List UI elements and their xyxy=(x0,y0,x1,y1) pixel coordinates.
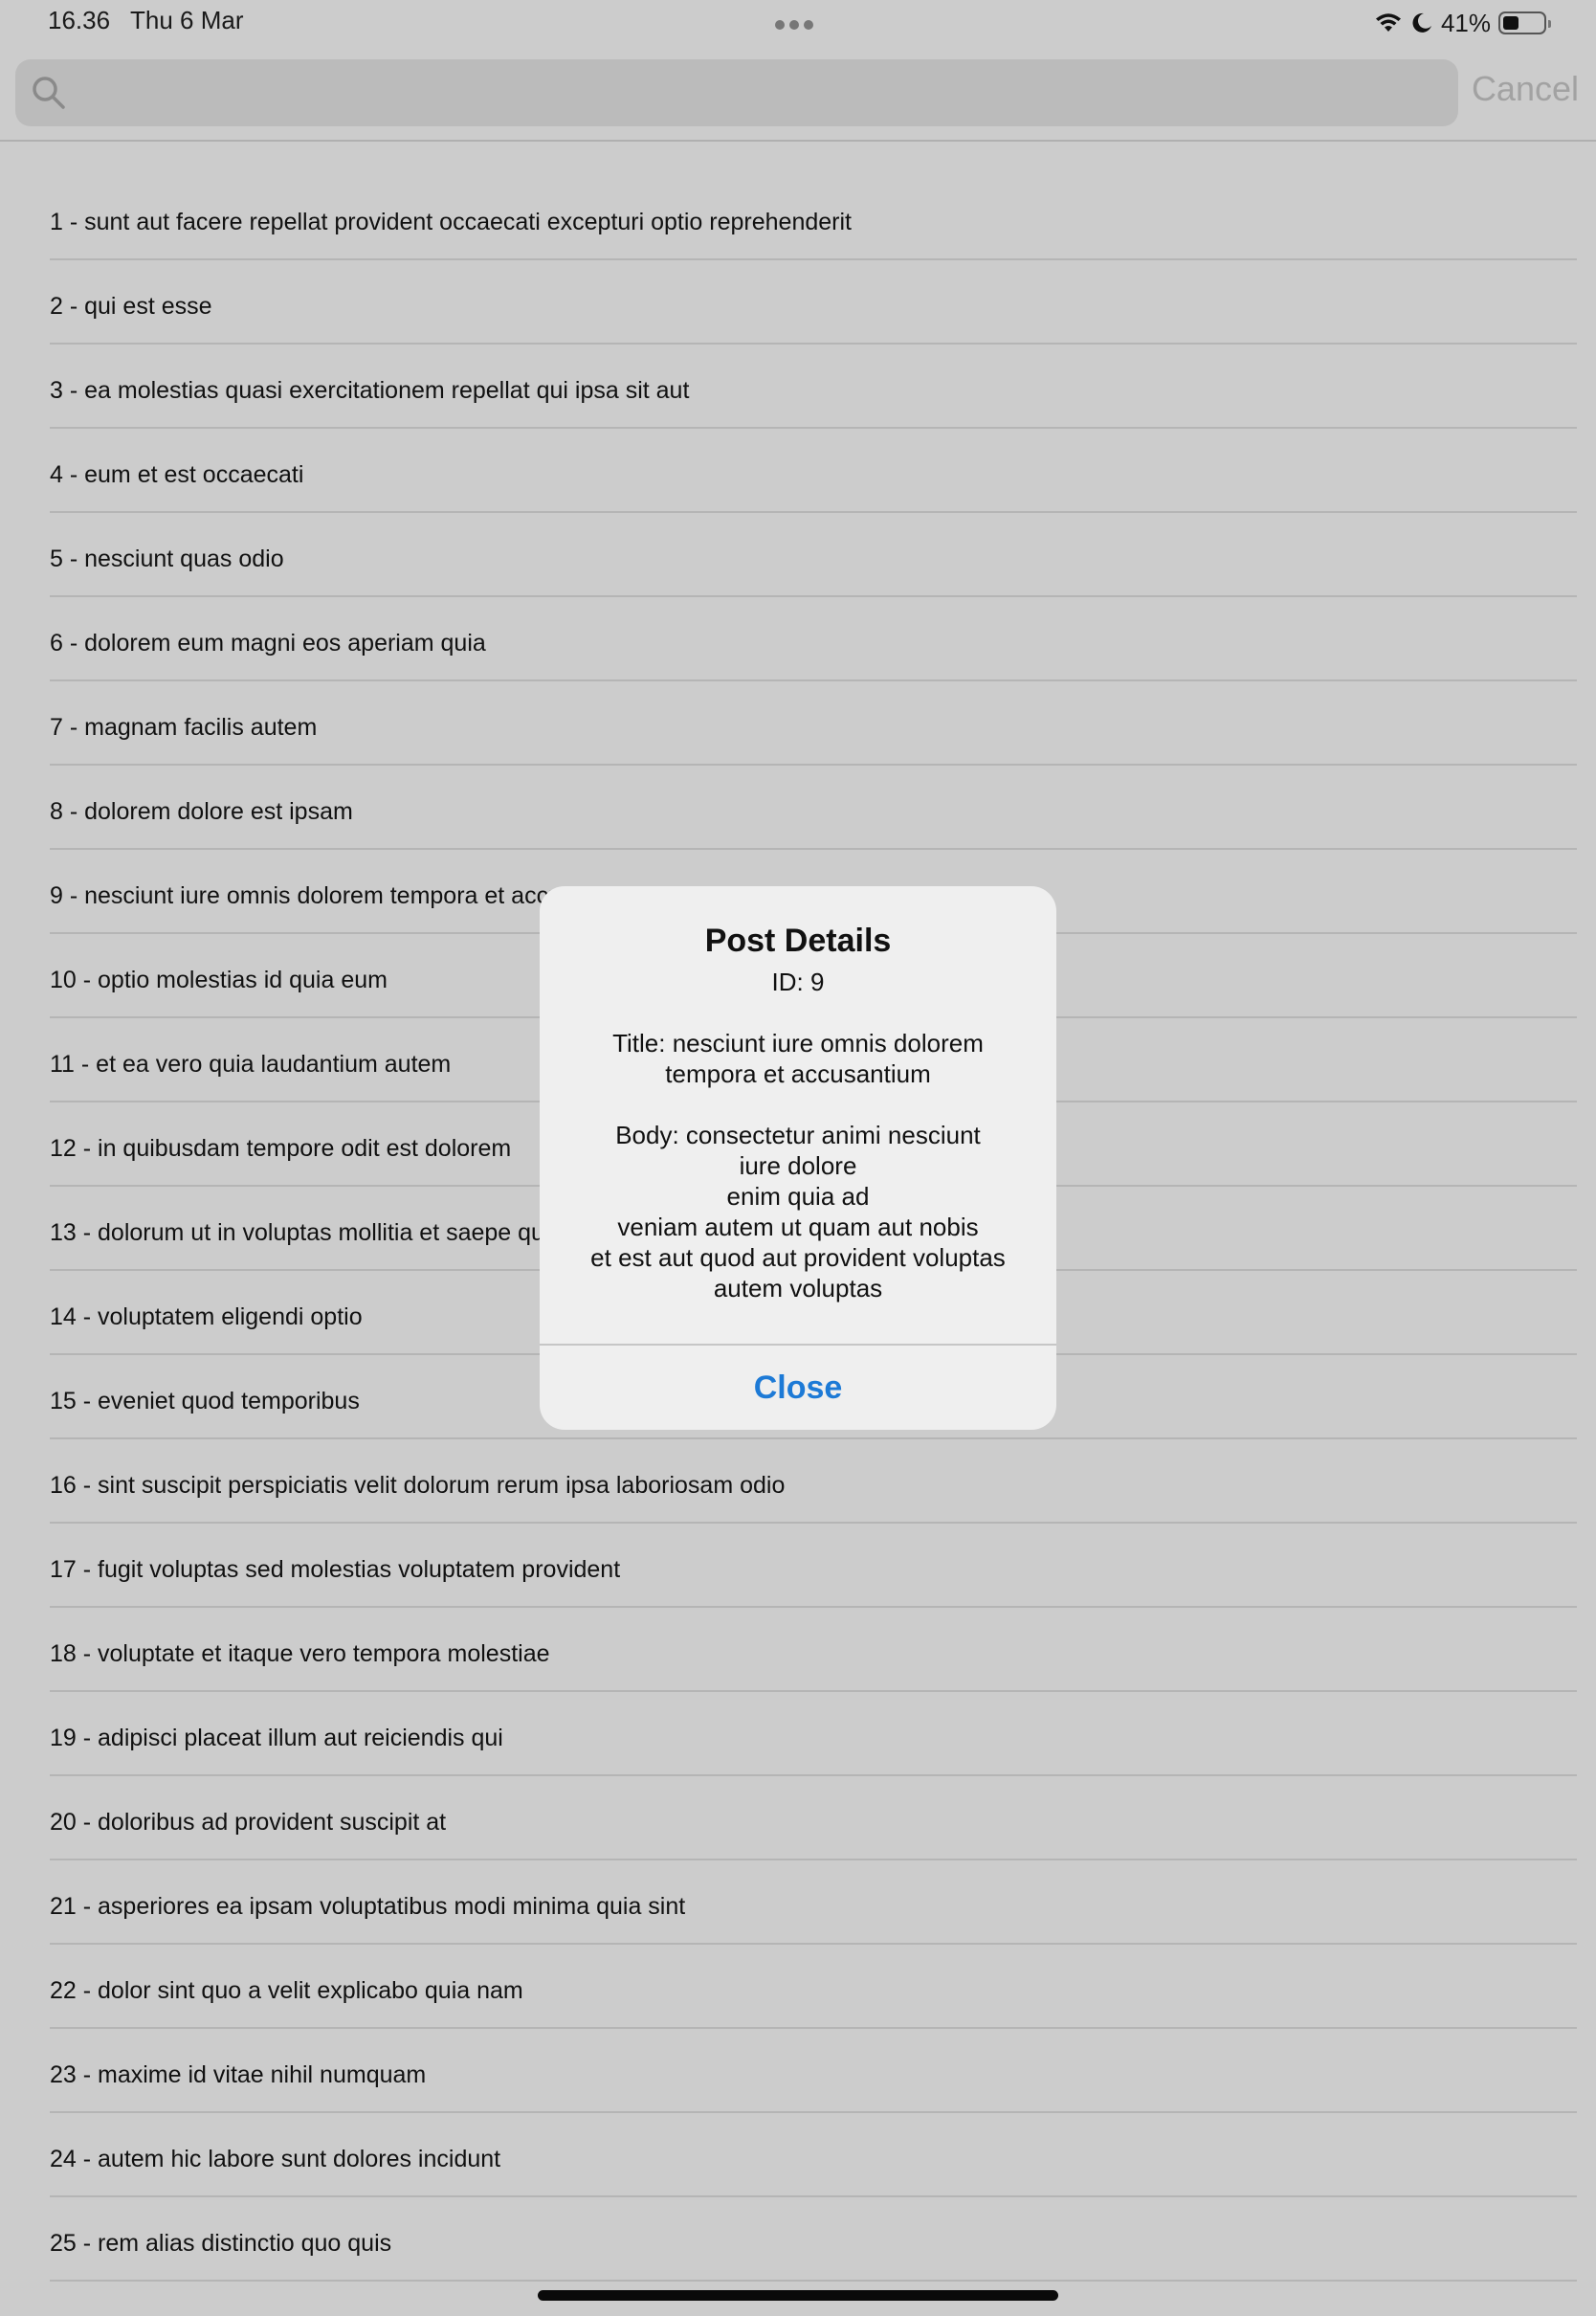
search-icon xyxy=(33,77,65,109)
list-item-label: 18 - voluptate et itaque vero tempora mo… xyxy=(50,1640,550,1667)
home-indicator[interactable] xyxy=(538,2290,1058,2301)
alert-body-line: enim quia ad xyxy=(726,1182,870,1211)
battery-percent: 41% xyxy=(1440,8,1491,37)
list-item-label: 21 - asperiores ea ipsam voluptatibus mo… xyxy=(50,1893,686,1920)
list-item-label: 2 - qui est esse xyxy=(50,293,212,320)
list-item-label: 15 - eveniet quod temporibus xyxy=(50,1388,360,1414)
alert-title-line: tempora et accusantium xyxy=(665,1059,931,1088)
list-item[interactable]: 16 - sint suscipit perspiciatis velit do… xyxy=(50,1439,1577,1524)
list-item[interactable]: 17 - fugit voluptas sed molestias volupt… xyxy=(50,1524,1577,1608)
list-item-label: 11 - et ea vero quia laudantium autem xyxy=(50,1051,452,1078)
list-item[interactable]: 25 - rem alias distinctio quo quis xyxy=(50,2197,1577,2282)
list-item[interactable]: 3 - ea molestias quasi exercitationem re… xyxy=(50,345,1577,429)
alert-body-line: Body: consectetur animi nesciunt xyxy=(615,1121,981,1149)
status-time: 16.36 xyxy=(48,6,111,34)
alert-body-line: et est aut quod aut provident voluptas xyxy=(590,1243,1006,1272)
list-item-label: 13 - dolorum ut in voluptas mollitia et … xyxy=(50,1219,622,1246)
alert-body-line: veniam autem ut quam aut nobis xyxy=(617,1213,979,1241)
alert-body-line: autem voluptas xyxy=(713,1274,883,1303)
alert-title: Post Details xyxy=(704,923,892,959)
list-item[interactable]: 21 - asperiores ea ipsam voluptatibus mo… xyxy=(50,1860,1577,1945)
list-item[interactable]: 6 - dolorem eum magni eos aperiam quia xyxy=(50,597,1577,681)
alert-id: ID: 9 xyxy=(771,968,825,996)
list-item-label: 12 - in quibusdam tempore odit est dolor… xyxy=(50,1135,512,1162)
list-item[interactable]: 4 - eum et est occaecati xyxy=(50,429,1577,513)
list-item-label: 23 - maxime id vitae nihil numquam xyxy=(50,2061,427,2088)
close-button[interactable]: Close xyxy=(540,1346,1056,1430)
list-item-label: 20 - doloribus ad provident suscipit at xyxy=(50,1809,447,1836)
wifi-icon xyxy=(1375,13,1401,32)
list-item-label: 5 - nesciunt quas odio xyxy=(50,546,284,572)
list-item-label: 3 - ea molestias quasi exercitationem re… xyxy=(50,377,690,404)
list-item[interactable]: 22 - dolor sint quo a velit explicabo qu… xyxy=(50,1945,1577,2029)
list-item[interactable]: 18 - voluptate et itaque vero tempora mo… xyxy=(50,1608,1577,1692)
moon-icon xyxy=(1412,12,1431,33)
header-divider xyxy=(0,140,1596,142)
list-item[interactable]: 24 - autem hic labore sunt dolores incid… xyxy=(50,2113,1577,2197)
list-item-label: 14 - voluptatem eligendi optio xyxy=(50,1303,363,1330)
search-bar[interactable] xyxy=(15,59,1458,126)
list-item-label: 1 - sunt aut facere repellat provident o… xyxy=(50,209,852,235)
list-item[interactable]: 23 - maxime id vitae nihil numquam xyxy=(50,2029,1577,2113)
list-item-label: 16 - sint suscipit perspiciatis velit do… xyxy=(50,1472,786,1499)
list-item[interactable]: 20 - doloribus ad provident suscipit at xyxy=(50,1776,1577,1860)
list-item-label: 25 - rem alias distinctio quo quis xyxy=(50,2230,392,2257)
status-bar: 16.36 Thu 6 Mar 41% xyxy=(0,0,1596,44)
multitasking-dots-icon[interactable] xyxy=(775,17,821,30)
list-item[interactable]: 2 - qui est esse xyxy=(50,260,1577,345)
alert-message: ID: 9 Title: nesciunt iure omnis dolorem… xyxy=(568,967,1028,1303)
alert-body-line: iure dolore xyxy=(739,1151,857,1180)
list-item[interactable]: 5 - nesciunt quas odio xyxy=(50,513,1577,597)
list-item[interactable]: 19 - adipisci placeat illum aut reiciend… xyxy=(50,1692,1577,1776)
status-date: Thu 6 Mar xyxy=(130,6,244,34)
list-item-label: 22 - dolor sint quo a velit explicabo qu… xyxy=(50,1977,523,2004)
list-item-label: 10 - optio molestias id quia eum xyxy=(50,967,388,993)
list-item-label: 8 - dolorem dolore est ipsam xyxy=(50,798,353,825)
search-input[interactable] xyxy=(82,69,1445,119)
list-item-label: 19 - adipisci placeat illum aut reiciend… xyxy=(50,1725,503,1751)
list-item[interactable]: 1 - sunt aut facere repellat provident o… xyxy=(50,176,1577,260)
battery-level xyxy=(1503,16,1518,30)
list-item[interactable]: 8 - dolorem dolore est ipsam xyxy=(50,766,1577,850)
battery-icon xyxy=(1498,11,1551,34)
status-indicators: 41% xyxy=(1374,4,1551,42)
list-item[interactable]: 7 - magnam facilis autem xyxy=(50,681,1577,766)
list-item-label: 17 - fugit voluptas sed molestias volupt… xyxy=(50,1556,621,1583)
list-item-label: 4 - eum et est occaecati xyxy=(50,461,304,488)
post-details-alert: Post Details ID: 9 Title: nesciunt iure … xyxy=(540,886,1056,1430)
list-item-label: 6 - dolorem eum magni eos aperiam quia xyxy=(50,630,486,657)
list-item-label: 24 - autem hic labore sunt dolores incid… xyxy=(50,2146,501,2172)
list-item-label: 7 - magnam facilis autem xyxy=(50,714,318,741)
alert-title-line: Title: nesciunt iure omnis dolorem xyxy=(612,1029,984,1058)
cancel-button[interactable]: Cancel xyxy=(1472,69,1579,109)
